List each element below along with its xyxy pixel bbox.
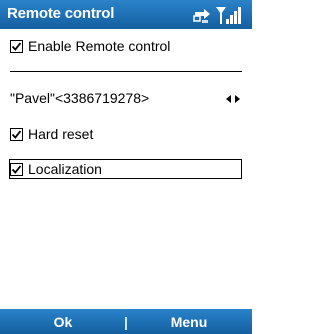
status-icons bbox=[192, 4, 246, 26]
picker-arrows[interactable] bbox=[226, 90, 240, 108]
page-title: Remote control bbox=[7, 5, 115, 22]
localization-label: Localization bbox=[28, 161, 102, 177]
menu-softkey[interactable]: Menu bbox=[126, 309, 252, 334]
remote-control-screen: Remote control Enable Remote control "Pa… bbox=[0, 0, 252, 334]
softkey-bar: Ok Menu bbox=[0, 309, 252, 334]
separator bbox=[10, 71, 242, 72]
checkmark-icon bbox=[11, 164, 22, 174]
data-connection-icon bbox=[193, 9, 210, 23]
localization-row[interactable]: Localization bbox=[10, 160, 102, 178]
arrow-right-icon[interactable] bbox=[235, 95, 240, 103]
contact-picker[interactable]: "Pavel"<3386719278> bbox=[10, 90, 149, 106]
localization-checkbox[interactable] bbox=[10, 162, 23, 176]
hard-reset-checkbox[interactable] bbox=[10, 127, 23, 141]
signal-strength-icon bbox=[216, 7, 241, 24]
contact-picker-value: "Pavel"<3386719278> bbox=[10, 90, 150, 106]
enable-remote-control-row[interactable]: Enable Remote control bbox=[10, 37, 170, 55]
arrow-left-icon[interactable] bbox=[226, 95, 231, 103]
hard-reset-label: Hard reset bbox=[28, 126, 94, 142]
settings-list: Enable Remote control "Pavel"<3386719278… bbox=[0, 29, 252, 309]
enable-remote-control-label: Enable Remote control bbox=[28, 38, 171, 54]
checkmark-icon bbox=[11, 41, 22, 51]
checkmark-icon bbox=[11, 129, 22, 139]
ok-softkey[interactable]: Ok bbox=[0, 309, 126, 334]
enable-remote-control-checkbox[interactable] bbox=[10, 39, 23, 53]
hard-reset-row[interactable]: Hard reset bbox=[10, 125, 93, 143]
title-bar: Remote control bbox=[0, 0, 252, 29]
